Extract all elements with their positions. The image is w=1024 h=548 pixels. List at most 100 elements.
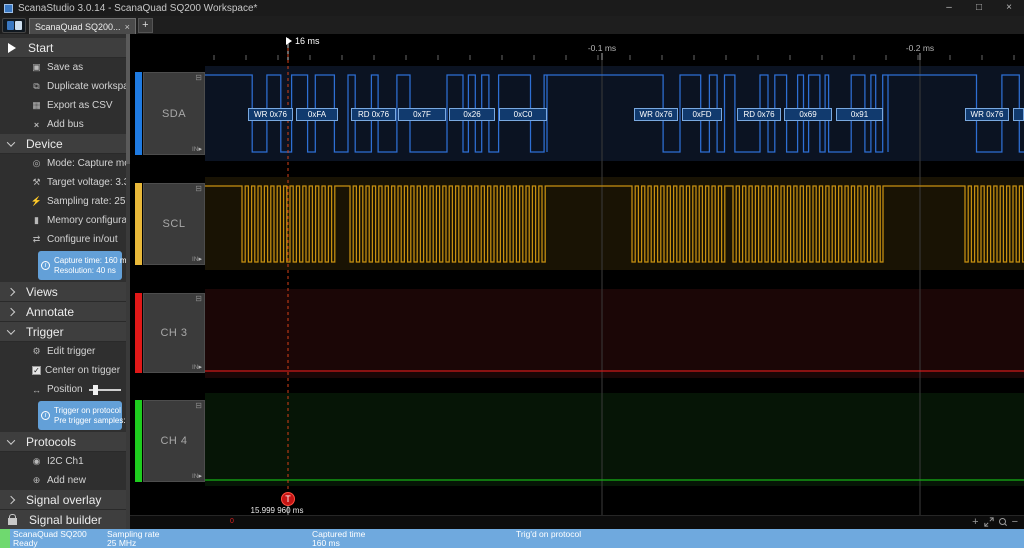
sidebar-item-position[interactable]: ↔ Position — [0, 380, 130, 399]
item-label: Save as — [47, 62, 83, 73]
collapse-icon[interactable]: ⊟ — [195, 401, 202, 410]
position-slider[interactable] — [89, 389, 121, 391]
slider-thumb[interactable] — [93, 385, 98, 395]
close-button[interactable]: × — [994, 0, 1024, 16]
sidebar-item-configure-in-out[interactable]: ⇄ Configure in/out — [0, 230, 130, 249]
chevron-down-icon — [7, 436, 15, 444]
mode-icon: ◎ — [30, 158, 43, 169]
sidebar-item-target-voltage[interactable]: ⚒ Target voltage: 3.3 V — [0, 173, 130, 192]
sidebar-section-views[interactable]: Views — [0, 282, 130, 302]
arrow-icon: ▸ — [198, 364, 202, 371]
i2c-annotation[interactable]: 0xFA — [296, 108, 338, 121]
eye-icon: ◉ — [30, 456, 43, 467]
sidebar-item-duplicate-workspace[interactable]: ⧉ Duplicate workspace — [0, 77, 130, 96]
pre-trigger-samples-text: Pre trigger samples: 10% — [54, 416, 130, 425]
new-tab-button[interactable]: + — [138, 18, 153, 33]
i2c-annotation[interactable]: 0x91 — [836, 108, 883, 121]
device-status-indicator — [0, 529, 10, 548]
zoom-in-button[interactable]: + — [972, 517, 978, 527]
i2c-annotation[interactable]: 0x26 — [449, 108, 495, 121]
sidebar-item-mode[interactable]: ◎ Mode: Capture mode — [0, 154, 130, 173]
sidebar-item-add-bus[interactable]: × Add bus — [0, 115, 130, 134]
sidebar-section-signal-builder[interactable]: Signal builder — [0, 510, 130, 529]
trigger-marker[interactable]: T — [281, 492, 295, 506]
channel-header-ch4[interactable]: ⊟ CH 4 IN▸ — [143, 400, 205, 482]
i2c-annotation[interactable]: RD 0x76 — [351, 108, 396, 121]
sidebar: Start ▣ Save as ⧉ Duplicate workspace ▦ … — [0, 34, 130, 529]
tab-scanaquad-workspace[interactable]: ScanaQuad SQ200... × — [29, 18, 136, 34]
sampling-rate-value: 25 MHz — [107, 539, 159, 548]
trigger-info-box[interactable]: i Trigger on protocolPre trigger samples… — [38, 401, 122, 430]
zoom-out-button[interactable]: − — [1012, 517, 1018, 527]
sidebar-item-center-on-trigger[interactable]: ✓ Center on trigger — [0, 361, 130, 380]
sidebar-section-signal-overlay[interactable]: Signal overlay — [0, 490, 130, 510]
sidebar-item-i2c-ch1[interactable]: ◉ I2C Ch1 — [0, 452, 130, 471]
item-label: Position — [47, 384, 83, 395]
sidebar-section-device[interactable]: Device — [0, 134, 130, 154]
checkbox-checked-icon[interactable]: ✓ — [32, 366, 41, 375]
channel-direction: IN▸ — [192, 145, 202, 153]
trigger-arrow-icon — [286, 37, 292, 45]
item-label: Edit trigger — [47, 346, 95, 357]
sidebar-item-memory-configuration[interactable]: ▮ Memory configuration — [0, 211, 130, 230]
collapse-icon[interactable]: ⊟ — [195, 294, 202, 303]
section-label: Views — [26, 285, 58, 299]
channel-colorbar-scl[interactable] — [135, 183, 142, 265]
info-icon: i — [41, 411, 50, 420]
workspace-icon[interactable] — [2, 18, 26, 33]
channel-colorbar-ch4[interactable] — [135, 400, 142, 482]
channel-name: SDA — [144, 108, 204, 120]
i2c-annotation[interactable] — [1013, 108, 1024, 121]
capture-time-text: Capture time: 160 ms — [54, 256, 130, 265]
tab-bar: ScanaQuad SQ200... × + — [0, 16, 1024, 34]
sidebar-section-annotate[interactable]: Annotate — [0, 302, 130, 322]
trigger-status-label: Trig'd on protocol — [516, 530, 581, 539]
section-label: Protocols — [26, 435, 76, 449]
memory-icon: ▮ — [30, 215, 43, 226]
tab-close-icon[interactable]: × — [125, 22, 130, 32]
waveform-panel[interactable]: 16 ms -0.1 ms -0.2 ms ⊟ SDA IN▸ ⊟ SCL IN… — [130, 34, 1024, 529]
minimize-button[interactable]: – — [934, 0, 964, 16]
i2c-annotation[interactable]: WR 0x76 — [965, 108, 1009, 121]
channel-header-sda[interactable]: ⊟ SDA IN▸ — [143, 72, 205, 155]
i2c-annotation[interactable]: WR 0x76 — [248, 108, 293, 121]
overview-bar[interactable] — [130, 515, 1024, 529]
maximize-button[interactable]: □ — [964, 0, 994, 16]
channel-colorbar-ch3[interactable] — [135, 293, 142, 373]
collapse-icon[interactable]: ⊟ — [195, 184, 202, 193]
overview-trigger-position: 0 — [230, 518, 234, 525]
i2c-annotation[interactable]: RD 0x76 — [737, 108, 781, 121]
fit-view-icon[interactable] — [984, 517, 994, 527]
capture-info-text: Capture time: 160 msResolution: 40 ns — [54, 256, 130, 275]
sidebar-section-protocols[interactable]: Protocols — [0, 432, 130, 452]
item-label: Configure in/out — [47, 234, 118, 245]
sidebar-item-sampling-rate[interactable]: ⚡ Sampling rate: 25 MHz — [0, 192, 130, 211]
sidebar-item-add-new[interactable]: ⊕ Add new — [0, 471, 130, 490]
trigger-flag[interactable]: 16 ms — [286, 36, 320, 46]
table-icon: ▦ — [30, 100, 43, 111]
channel-colorbar-sda[interactable] — [135, 72, 142, 155]
i2c-annotation[interactable]: 0xC0 — [499, 108, 547, 121]
section-label: Annotate — [26, 305, 74, 319]
sidebar-item-save-as[interactable]: ▣ Save as — [0, 58, 130, 77]
i2c-annotation[interactable]: 0xFD — [682, 108, 722, 121]
channel-header-scl[interactable]: ⊟ SCL IN▸ — [143, 183, 205, 265]
collapse-icon[interactable]: ⊟ — [195, 73, 202, 82]
chevron-right-icon — [7, 307, 15, 315]
i2c-annotation[interactable]: WR 0x76 — [634, 108, 678, 121]
i2c-annotation[interactable]: 0x7F — [398, 108, 446, 121]
title-bar[interactable]: ScanaStudio 3.0.14 - ScanaQuad SQ200 Wor… — [0, 0, 1024, 16]
sidebar-item-edit-trigger[interactable]: ⚙ Edit trigger — [0, 342, 130, 361]
i2c-annotation[interactable]: 0x69 — [784, 108, 832, 121]
channel-header-ch3[interactable]: ⊟ CH 3 IN▸ — [143, 293, 205, 373]
device-state: Ready — [13, 539, 87, 548]
sidebar-item-export-as-csv[interactable]: ▦ Export as CSV — [0, 96, 130, 115]
magnifier-icon[interactable] — [999, 518, 1007, 526]
trigger-on-protocol-text: Trigger on protocol — [54, 406, 121, 415]
save-icon: ▣ — [30, 62, 43, 73]
capture-info-box[interactable]: i Capture time: 160 msResolution: 40 ns — [38, 251, 122, 280]
signal-trace-scl — [205, 186, 1024, 262]
sidebar-section-trigger[interactable]: Trigger — [0, 322, 130, 342]
workspace-icon-left — [7, 21, 14, 30]
sidebar-section-start[interactable]: Start — [0, 38, 130, 58]
